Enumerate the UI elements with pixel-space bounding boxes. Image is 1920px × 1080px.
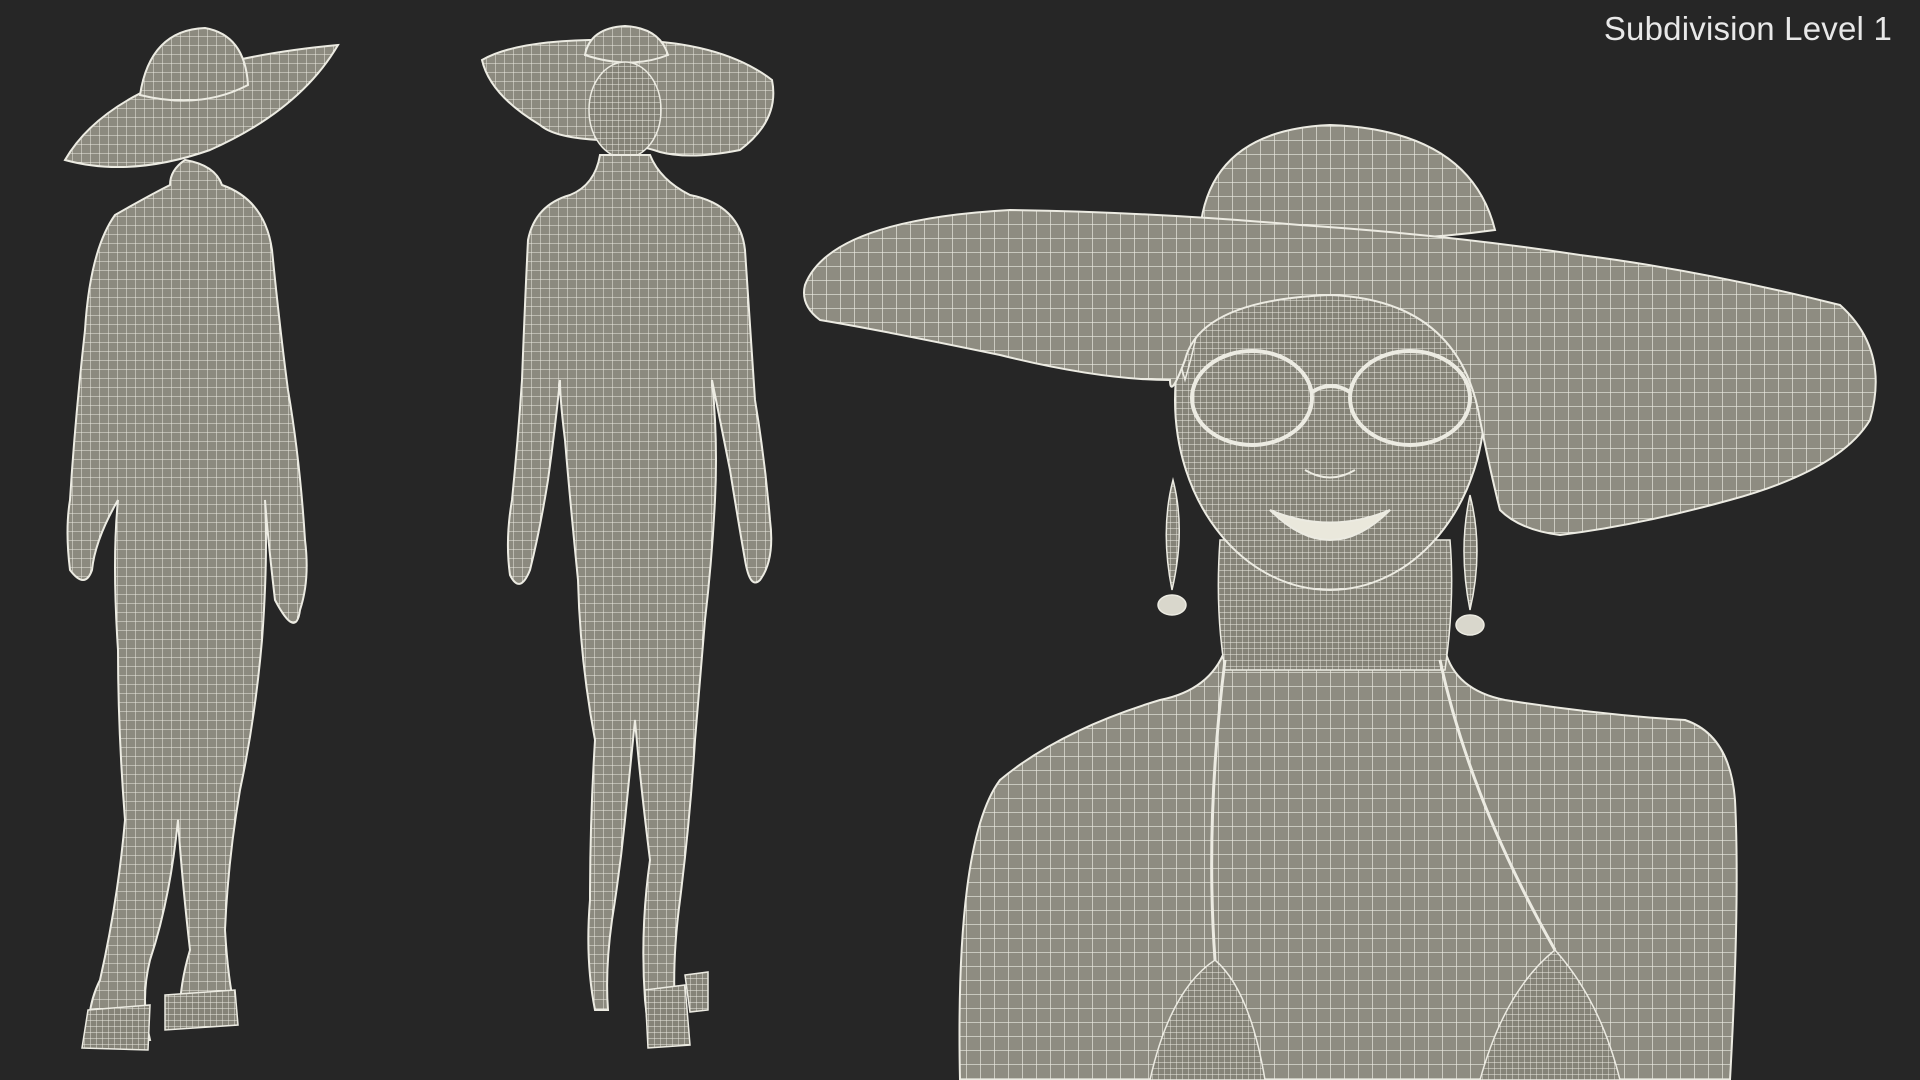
figure-back-view (63, 26, 340, 1051)
render-viewport (63, 24, 1877, 1080)
figure-front-view (480, 24, 775, 1049)
figure-closeup-view (803, 123, 1877, 1080)
hat-back-view (63, 26, 340, 169)
